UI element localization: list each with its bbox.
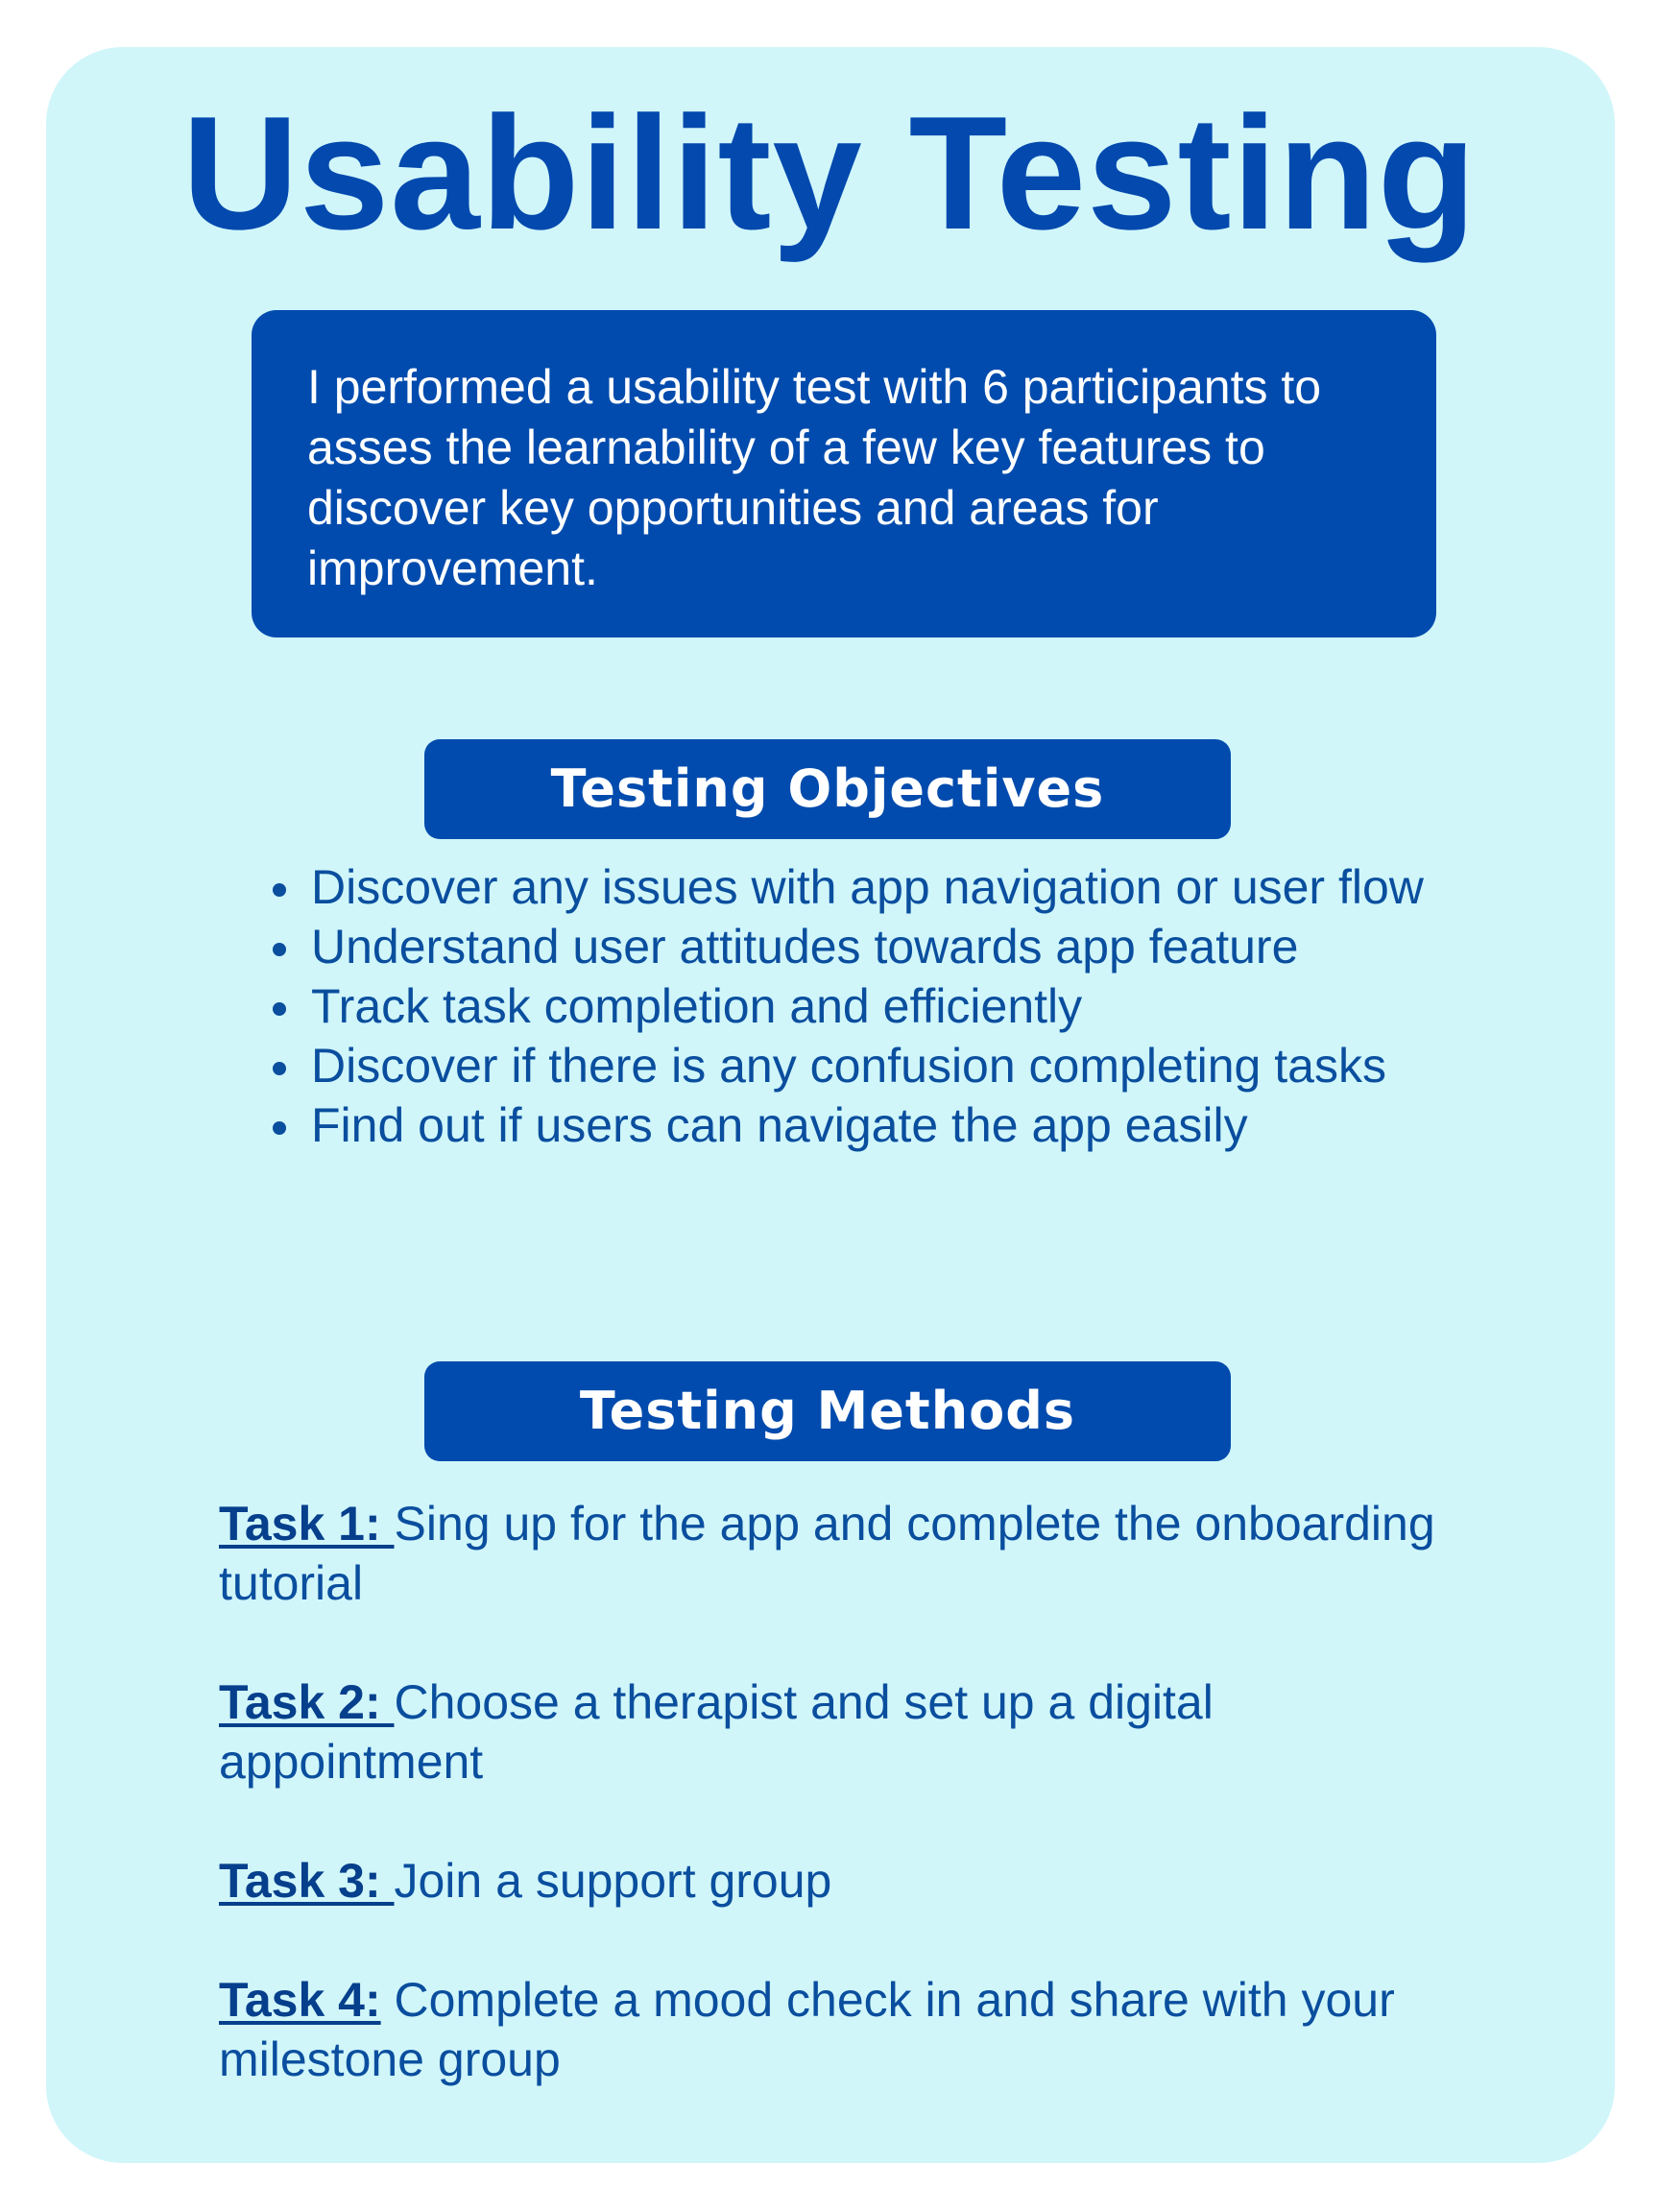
objective-item: Discover any issues with app navigation … (265, 857, 1455, 917)
task-text: Sing up for the app and complete the onb… (219, 1497, 1435, 1610)
bullet-icon (273, 883, 286, 897)
objective-item: Find out if users can navigate the app e… (265, 1095, 1455, 1155)
objective-text: Find out if users can navigate the app e… (311, 1098, 1248, 1152)
bullet-icon (273, 1002, 286, 1016)
task-label: Task 3: (219, 1854, 395, 1908)
task-text: Join a support group (394, 1854, 832, 1908)
testing-methods-header: Testing Methods (424, 1361, 1231, 1461)
task-item: Task 2: Choose a therapist and set up a … (219, 1672, 1467, 1791)
task-item: Task 4: Complete a mood check in and sha… (219, 1970, 1467, 2089)
task-item: Task 3: Join a support group (219, 1851, 1467, 1911)
objective-item: Understand user attitudes towards app fe… (265, 917, 1455, 976)
page-title: Usability Testing (181, 83, 1478, 263)
intro-box: I performed a usability test with 6 part… (252, 310, 1436, 637)
task-label: Task 1: (219, 1497, 395, 1551)
task-label: Task 4: (219, 1973, 381, 2027)
objective-item: Track task completion and efficiently (265, 976, 1455, 1036)
objective-text: Discover any issues with app navigation … (311, 860, 1424, 914)
intro-text: I performed a usability test with 6 part… (307, 360, 1322, 595)
objective-text: Track task completion and efficiently (311, 979, 1083, 1033)
bullet-icon (273, 1121, 286, 1135)
task-label: Task 2: (219, 1675, 395, 1729)
bullet-icon (273, 1062, 286, 1075)
objective-item: Discover if there is any confusion compl… (265, 1036, 1455, 1095)
objectives-list: Discover any issues with app navigation … (265, 857, 1455, 1155)
objective-text: Discover if there is any confusion compl… (311, 1039, 1386, 1093)
objective-text: Understand user attitudes towards app fe… (311, 920, 1299, 974)
task-item: Task 1: Sing up for the app and complete… (219, 1494, 1467, 1613)
testing-objectives-header: Testing Objectives (424, 739, 1231, 839)
bullet-icon (273, 943, 286, 956)
task-text: Complete a mood check in and share with … (219, 1973, 1395, 2086)
